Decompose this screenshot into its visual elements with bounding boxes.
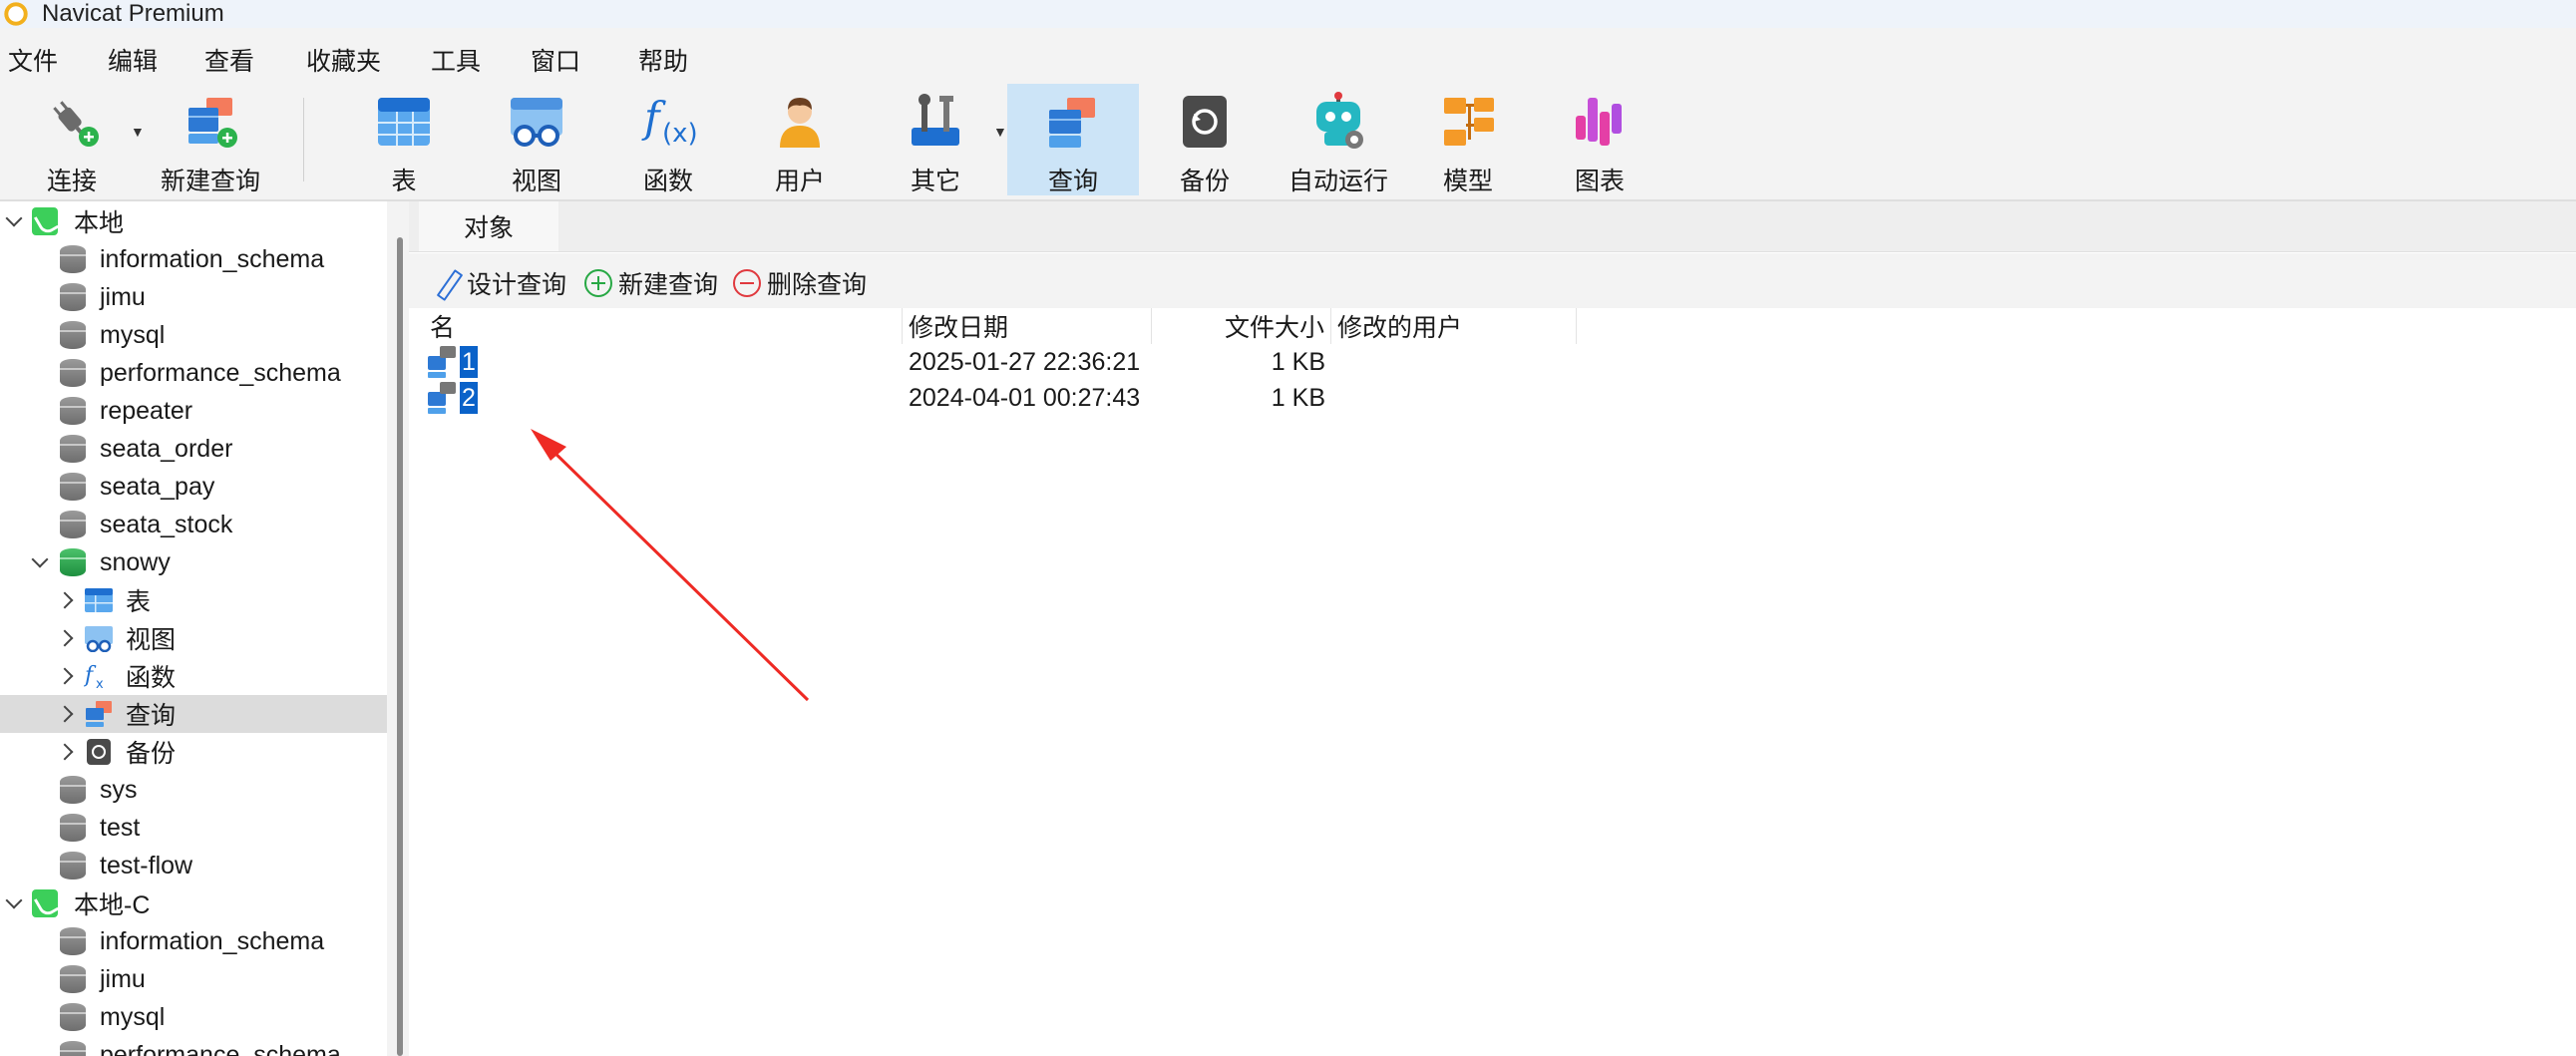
annotation-arrow (531, 429, 810, 702)
